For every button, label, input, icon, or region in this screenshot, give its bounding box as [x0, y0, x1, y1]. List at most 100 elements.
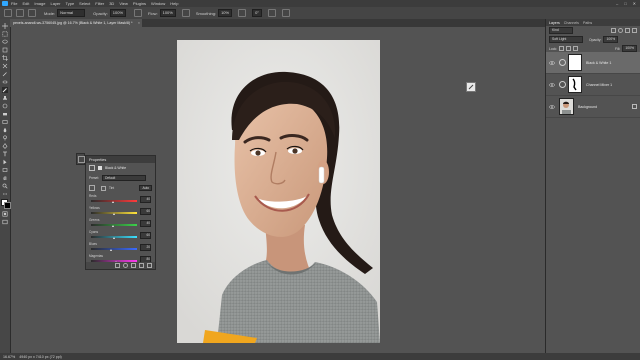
flow-field[interactable]: 100%	[159, 9, 176, 17]
angle-field[interactable]: 0°	[252, 9, 262, 17]
menu-layer[interactable]: Layer	[50, 1, 60, 6]
history-brush-tool-icon[interactable]	[2, 103, 8, 109]
slider-track[interactable]	[91, 200, 137, 202]
tab-layers[interactable]: Layers	[549, 21, 560, 25]
lock-all-icon[interactable]	[573, 46, 579, 51]
slider-thumb[interactable]	[113, 213, 116, 215]
mode-select[interactable]: Normal	[57, 9, 86, 17]
eyedropper-tool-icon[interactable]	[2, 71, 8, 77]
menu-help[interactable]: Help	[170, 1, 178, 6]
layer-row-black-white[interactable]: Black & White 1	[546, 52, 640, 74]
clip-to-layer-icon[interactable]	[115, 263, 120, 268]
zoom-tool-icon[interactable]	[2, 183, 8, 189]
move-tool-icon[interactable]	[2, 23, 8, 29]
brush-settings-icon[interactable]	[28, 9, 36, 17]
home-icon[interactable]	[4, 9, 12, 17]
menu-select[interactable]: Select	[79, 1, 90, 6]
fill-field[interactable]: 100%	[622, 45, 637, 52]
menu-filter[interactable]: Filter	[95, 1, 104, 6]
lock-position-icon[interactable]	[566, 46, 572, 51]
healing-brush-tool-icon[interactable]	[2, 79, 8, 85]
layer-mask-thumbnail[interactable]	[568, 76, 582, 93]
layer-row-channel-mixer[interactable]: Channel Mixer 1	[546, 74, 640, 96]
document-canvas[interactable]	[177, 40, 380, 343]
slider-thumb[interactable]	[109, 249, 112, 251]
slider-track[interactable]	[91, 248, 137, 250]
layer-name[interactable]: Background	[578, 105, 597, 109]
slider-value-field[interactable]: 40	[140, 220, 151, 227]
zoom-level[interactable]: 16.67%	[3, 355, 15, 359]
layer-name[interactable]: Black & White 1	[586, 61, 611, 65]
targeted-adjustment-icon[interactable]	[89, 185, 95, 191]
tab-channels[interactable]: Channels	[564, 21, 579, 25]
document-tab-close-button[interactable]: ×	[138, 21, 140, 25]
layer-opacity-field[interactable]: 100%	[603, 36, 619, 43]
slider-value-field[interactable]: 60	[140, 208, 151, 215]
brush-preset-icon[interactable]	[16, 9, 24, 17]
frame-tool-icon[interactable]	[2, 63, 8, 69]
crop-tool-icon[interactable]	[2, 55, 8, 61]
menu-window[interactable]: Window	[151, 1, 165, 6]
lasso-tool-icon[interactable]	[2, 39, 8, 45]
blend-mode-select[interactable]: Soft Light	[549, 36, 583, 43]
symmetry-icon[interactable]	[281, 9, 290, 17]
menu-type[interactable]: Type	[66, 1, 75, 6]
slider-thumb[interactable]	[111, 225, 114, 227]
menu-3d[interactable]: 3D	[109, 1, 114, 6]
layer-mask-icon[interactable]	[98, 166, 102, 170]
menu-view[interactable]: View	[119, 1, 128, 6]
screen-mode-icon[interactable]	[2, 219, 8, 225]
filter-adjustment-icon[interactable]	[618, 28, 623, 33]
slider-track[interactable]	[91, 224, 137, 226]
path-selection-tool-icon[interactable]	[2, 159, 8, 165]
menu-plugins[interactable]: Plugins	[133, 1, 146, 6]
pressure-opacity-icon[interactable]	[134, 9, 143, 17]
filter-shape-icon[interactable]	[632, 28, 637, 33]
eye-icon[interactable]	[549, 82, 555, 88]
slider-thumb[interactable]	[113, 237, 116, 239]
slider-value-field[interactable]: 60	[140, 232, 151, 239]
slider-thumb[interactable]	[111, 201, 114, 203]
lock-pixels-icon[interactable]	[559, 46, 565, 51]
auto-button[interactable]: Auto	[139, 185, 152, 191]
document-tab[interactable]: pexels-anandl-ws-3756045.jpg @ 16.7% (Bl…	[10, 19, 142, 27]
layer-name[interactable]: Channel Mixer 1	[586, 83, 612, 87]
smoothing-options-icon[interactable]	[238, 9, 247, 17]
smoothing-field[interactable]: 10%	[218, 9, 233, 17]
object-select-tool-icon[interactable]	[2, 47, 8, 53]
filter-type-icon[interactable]	[625, 28, 630, 33]
reset-icon[interactable]	[131, 263, 136, 268]
pen-tool-icon[interactable]	[2, 143, 8, 149]
dodge-tool-icon[interactable]	[2, 135, 8, 141]
eye-icon[interactable]	[549, 104, 555, 110]
menu-edit[interactable]: Edit	[22, 1, 29, 6]
layer-row-background[interactable]: Background	[546, 96, 640, 118]
layer-thumbnail[interactable]	[559, 98, 574, 115]
slider-value-field[interactable]: 20	[140, 244, 151, 251]
eraser-tool-icon[interactable]	[2, 111, 8, 117]
menu-file[interactable]: File	[11, 1, 17, 6]
tab-paths[interactable]: Paths	[583, 21, 592, 25]
clone-stamp-tool-icon[interactable]	[2, 95, 8, 101]
layer-mask-thumbnail[interactable]	[568, 54, 582, 71]
close-button[interactable]: ✕	[633, 1, 636, 6]
gradient-tool-icon[interactable]	[2, 119, 8, 125]
airbrush-icon[interactable]	[181, 9, 190, 17]
slider-value-field[interactable]: 40	[140, 196, 151, 203]
type-tool-icon[interactable]	[2, 151, 8, 157]
hand-tool-icon[interactable]	[2, 175, 8, 181]
background-color-swatch[interactable]	[4, 202, 11, 209]
pressure-size-icon[interactable]	[267, 9, 276, 17]
preset-select[interactable]: Default	[102, 175, 147, 181]
trash-icon[interactable]	[147, 263, 152, 268]
menu-image[interactable]: Image	[34, 1, 45, 6]
maximize-button[interactable]: □	[624, 1, 626, 6]
filter-pixel-icon[interactable]	[611, 28, 616, 33]
opacity-field[interactable]: 100%	[109, 9, 127, 17]
minimize-button[interactable]: –	[616, 1, 618, 6]
tint-checkbox[interactable]	[101, 185, 106, 191]
quick-mask-icon[interactable]	[2, 211, 8, 217]
eye-icon[interactable]	[549, 60, 555, 66]
view-previous-icon[interactable]	[123, 263, 128, 268]
rectangle-tool-icon[interactable]	[2, 167, 8, 173]
